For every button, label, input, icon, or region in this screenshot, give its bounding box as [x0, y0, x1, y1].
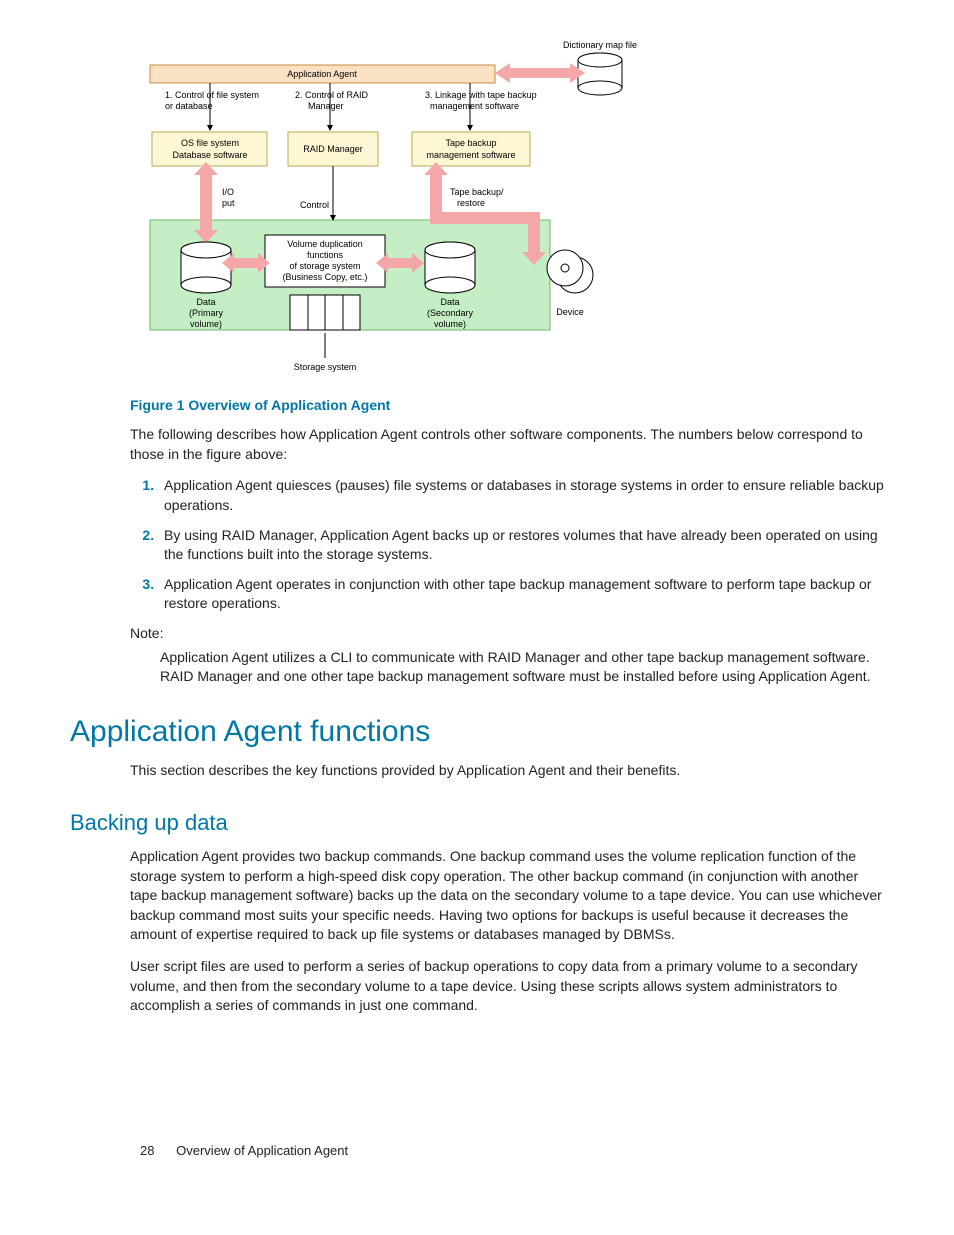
col1-label-b: or database [165, 101, 213, 111]
tape-backup-sw-label-a: Tape backup [445, 138, 496, 148]
tape-br-label-b: restore [457, 198, 485, 208]
col2-label-a: 2. Control of RAID [295, 90, 369, 100]
control-label: Control [300, 200, 329, 210]
secondary-label-a: Data [440, 297, 459, 307]
dictionary-map-file-label: Dictionary map file [563, 40, 637, 50]
io-label-a: I/O [222, 187, 234, 197]
backup-paragraph-1: Application Agent provides two backup co… [130, 847, 884, 945]
voldup-b: functions [307, 250, 344, 260]
dictionary-map-file-icon [578, 53, 622, 95]
numbered-list: Application Agent quiesces (pauses) file… [130, 476, 884, 614]
col1-label-a: 1. Control of file system [165, 90, 259, 100]
io-label-b: put [222, 198, 235, 208]
os-filesystem-label-b: Database software [172, 150, 247, 160]
intro-paragraph: The following describes how Application … [130, 425, 884, 464]
col2-label-b: Manager [308, 101, 344, 111]
page-number: 28 [140, 1143, 154, 1158]
col3-label-b: management software [430, 101, 519, 111]
primary-label-b: (Primary [189, 308, 223, 318]
arrow-appagent-dictfile [510, 68, 570, 78]
page: Dictionary map file Application Agent 1.… [70, 40, 884, 1190]
secondary-label-c: volume) [434, 319, 466, 329]
os-filesystem-label-a: OS file system [181, 138, 239, 148]
storage-system-label: Storage system [294, 362, 357, 372]
subsection-heading-backing-up-data: Backing up data [70, 808, 884, 839]
secondary-volume-icon [425, 242, 475, 293]
primary-volume-icon [181, 242, 231, 293]
raid-manager-label: RAID Manager [303, 144, 363, 154]
figure-caption: Figure 1 Overview of Application Agent [130, 396, 884, 416]
primary-label-a: Data [196, 297, 215, 307]
footer-title: Overview of Application Agent [176, 1143, 348, 1158]
backup-paragraph-2: User script files are used to perform a … [130, 957, 884, 1016]
tape-backup-sw-label-b: management software [426, 150, 515, 160]
voldup-a: Volume duplication [287, 239, 363, 249]
storage-system-icon [290, 295, 360, 330]
note-label: Note: [130, 624, 884, 644]
section-heading-app-agent-functions: Application Agent functions [70, 711, 884, 753]
section-intro-paragraph: This section describes the key functions… [130, 761, 884, 781]
note-body: Application Agent utilizes a CLI to comm… [160, 648, 884, 687]
col3-label-a: 3. Linkage with tape backup [425, 90, 537, 100]
figure-diagram: Dictionary map file Application Agent 1.… [130, 40, 884, 386]
voldup-d: (Business Copy, etc.) [283, 272, 368, 282]
tape-br-label-a: Tape backup/ [450, 187, 504, 197]
list-item: Application Agent operates in conjunctio… [158, 575, 884, 614]
page-footer: 28 Overview of Application Agent [140, 1142, 348, 1160]
list-item: By using RAID Manager, Application Agent… [158, 526, 884, 565]
application-agent-bar-label: Application Agent [287, 69, 357, 79]
tape-device-icon [547, 250, 593, 293]
tape-dev-b: Device [556, 307, 584, 317]
primary-label-c: volume) [190, 319, 222, 329]
secondary-label-b: (Secondary [427, 308, 474, 318]
arrow-io [200, 175, 212, 230]
voldup-c: of storage system [289, 261, 360, 271]
list-item: Application Agent quiesces (pauses) file… [158, 476, 884, 515]
